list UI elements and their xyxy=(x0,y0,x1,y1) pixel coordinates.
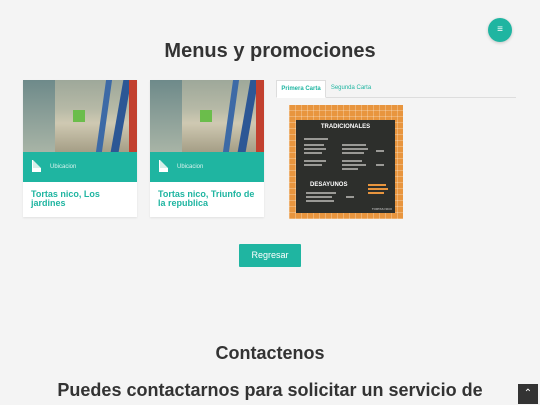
back-button[interactable]: Regresar xyxy=(239,244,301,267)
contact-subtitle: Puedes contactarnos para solicitar un se… xyxy=(57,380,483,400)
location-card-1[interactable]: Ubicacion Tortas nico, Los jardines xyxy=(23,80,137,217)
menu-chalkboard: TRADICIONALES DESAYUNOS TORTAS NICO xyxy=(296,120,395,213)
brand-logo xyxy=(73,110,85,122)
document-icon xyxy=(32,160,41,172)
document-icon xyxy=(159,160,168,172)
menu-toggle-button[interactable]: ≡ xyxy=(488,18,512,42)
location-name[interactable]: Tortas nico, Triunfo de la republica xyxy=(158,190,258,208)
card-photo xyxy=(150,80,264,152)
scroll-top-button[interactable]: ⌃ xyxy=(518,384,538,404)
card-photo xyxy=(23,80,137,152)
hamburger-icon: ≡ xyxy=(497,24,503,35)
tab-segunda-carta[interactable]: Segunda Carta xyxy=(326,80,376,96)
menu-section: DESAYUNOS xyxy=(310,182,348,188)
menu-tabs: Primera Carta Segunda Carta xyxy=(276,80,516,98)
location-card-2[interactable]: Ubicacion Tortas nico, Triunfo de la rep… xyxy=(150,80,264,217)
menu-note xyxy=(368,184,392,194)
page-title: Menus y promociones xyxy=(164,40,376,62)
menu-image: TRADICIONALES DESAYUNOS TORTAS NICO xyxy=(289,105,403,219)
contact-title: Contactenos xyxy=(215,343,325,363)
chevron-up-icon: ⌃ xyxy=(523,388,533,399)
brand-logo xyxy=(200,110,212,122)
location-label[interactable]: Ubicacion xyxy=(50,164,76,170)
location-name[interactable]: Tortas nico, Los jardines xyxy=(31,190,131,208)
menu-footer: TORTAS NICO xyxy=(371,207,392,211)
location-label[interactable]: Ubicacion xyxy=(177,164,203,170)
menu-heading: TRADICIONALES xyxy=(320,124,371,130)
tab-primera-carta[interactable]: Primera Carta xyxy=(276,80,326,98)
